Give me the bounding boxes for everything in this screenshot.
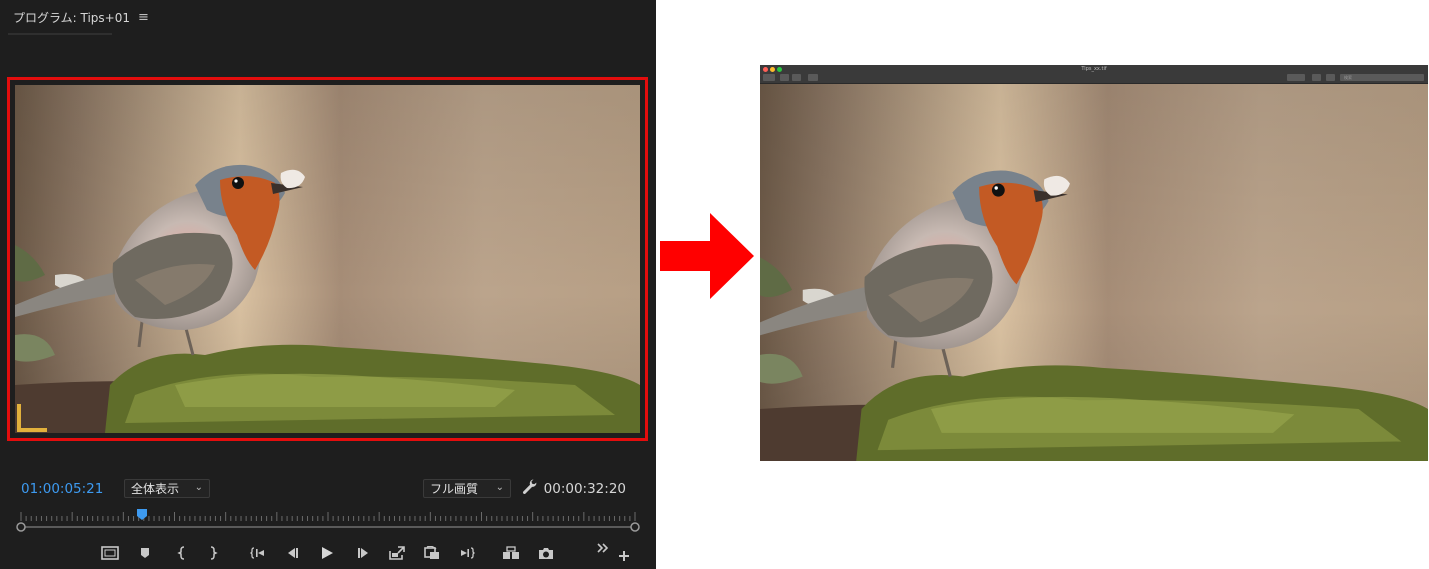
more-controls-chevron-icon[interactable] [592, 538, 614, 558]
right-arrow-icon [660, 213, 754, 299]
export-frame-icon[interactable] [535, 543, 557, 563]
rotate-button[interactable] [1312, 74, 1321, 81]
zoom-out-button[interactable] [780, 74, 789, 81]
step-back-icon[interactable] [281, 543, 303, 563]
highlighted-viewer [7, 77, 648, 441]
mark-out-icon[interactable] [202, 543, 224, 563]
safe-corner-indicator-icon [17, 404, 47, 432]
chevron-down-icon: ⌄ [194, 482, 203, 493]
mark-in-icon[interactable] [171, 543, 193, 563]
zoom-end-handle[interactable] [630, 522, 640, 532]
add-marker-icon[interactable] [134, 543, 156, 563]
window-title: Tips_xx.tif [1081, 66, 1107, 72]
chevron-down-icon: ⌄ [495, 482, 504, 493]
share-button[interactable] [808, 74, 818, 81]
program-monitor-panel: プログラム: Tips+01 ≡ 01:00:05:21 全体表示 ⌄ フル画質… [0, 0, 656, 569]
monitor-controls: 01:00:05:21 全体表示 ⌄ フル画質 ⌄ 00:00:32:20 [0, 478, 656, 500]
playback-quality-select[interactable]: フル画質 ⌄ [423, 479, 511, 498]
tab-underline [8, 33, 112, 35]
playback-quality-value: フル画質 [430, 482, 479, 496]
annotate-button[interactable] [1326, 74, 1335, 81]
wrench-settings-icon[interactable] [521, 478, 537, 496]
panel-tab[interactable]: プログラム: Tips+01 ≡ [0, 0, 656, 34]
zoom-start-handle[interactable] [16, 522, 26, 532]
panel-title: プログラム: Tips+01 [13, 10, 130, 25]
transport-controls [0, 540, 656, 566]
time-ruler[interactable] [14, 507, 642, 537]
markup-button[interactable] [1287, 74, 1305, 81]
exported-still-image [760, 84, 1428, 461]
step-forward-icon[interactable] [353, 543, 375, 563]
sidebar-toggle-button[interactable] [763, 74, 775, 81]
zoom-level-value: 全体表示 [131, 482, 180, 496]
preview-window: Tips_xx.tif 検索 [760, 65, 1428, 461]
current-timecode[interactable]: 01:00:05:21 [21, 481, 103, 497]
button-editor-plus-icon[interactable] [613, 546, 635, 566]
go-to-in-icon[interactable] [247, 543, 269, 563]
zoom-level-select[interactable]: 全体表示 ⌄ [124, 479, 210, 498]
overwrite-icon[interactable] [421, 543, 443, 563]
search-field[interactable]: 検索 [1340, 74, 1424, 81]
go-to-out-icon[interactable] [456, 543, 478, 563]
toggle-safe-margins-icon[interactable] [99, 543, 121, 563]
comparison-view-icon[interactable] [500, 543, 522, 563]
program-video-frame[interactable] [15, 85, 640, 433]
play-icon[interactable] [316, 543, 338, 563]
search-placeholder: 検索 [1344, 75, 1352, 80]
duration-timecode: 00:00:32:20 [543, 481, 626, 497]
lift-icon[interactable] [386, 543, 408, 563]
zoom-in-button[interactable] [792, 74, 801, 81]
hamburger-menu-icon[interactable]: ≡ [138, 10, 149, 25]
window-titlebar: Tips_xx.tif 検索 [760, 65, 1428, 84]
